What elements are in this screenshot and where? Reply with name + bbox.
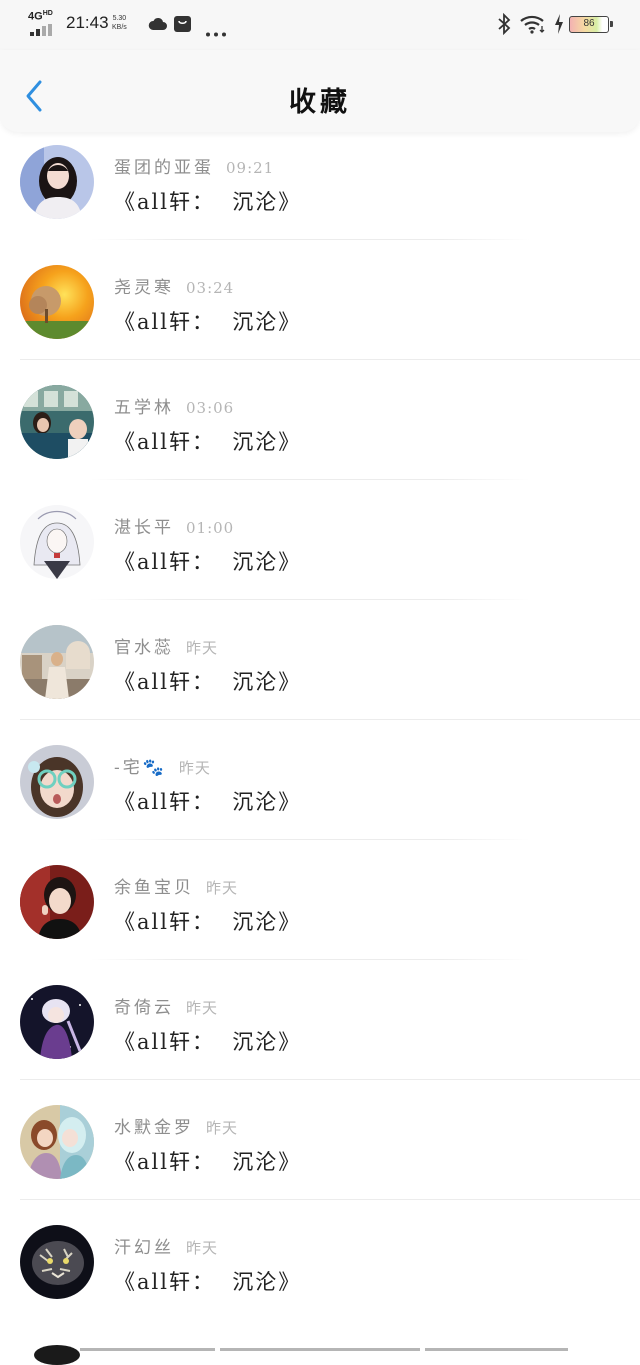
network-speed: 5.30 KB/s — [112, 14, 127, 32]
avatar — [20, 1105, 94, 1179]
battery-level: 86 — [583, 18, 595, 29]
timestamp: 昨天 — [178, 759, 211, 777]
bluetooth-icon — [497, 12, 511, 39]
sender-name: -宅🐾 — [114, 758, 167, 778]
cloud-icon — [148, 16, 168, 36]
message-preview: 《all轩： 沉沦》 — [114, 910, 302, 934]
more-dots-icon — [205, 22, 227, 41]
timestamp: 昨天 — [186, 1239, 219, 1257]
signal-bars-icon — [30, 24, 58, 36]
sender-name: 水默金罗 — [114, 1118, 194, 1138]
avatar — [20, 145, 94, 219]
bag-icon — [173, 14, 192, 37]
avatar — [20, 1225, 94, 1299]
speed-value: 5.30 — [112, 15, 127, 22]
message-preview: 《all轩： 沉沦》 — [114, 310, 302, 334]
list-item[interactable]: 湛长平 01:00 《all轩： 沉沦》 — [0, 480, 640, 600]
list-item[interactable]: 尧灵寒 03:24 《all轩： 沉沦》 — [0, 240, 640, 360]
sender-name: 蛋团的亚蛋 — [114, 158, 214, 178]
timestamp: 09:21 — [226, 159, 275, 177]
network-type: 4G — [28, 10, 43, 23]
status-bar: 4GHD 21:43 5.30 KB/s 86 — [0, 0, 640, 50]
sender-name: 湛长平 — [114, 518, 174, 538]
timestamp: 昨天 — [206, 879, 239, 897]
avatar — [34, 1345, 80, 1365]
list-item[interactable]: -宅🐾 昨天 《all轩： 沉沦》 — [0, 720, 640, 840]
avatar — [20, 265, 94, 339]
sender-name: 余鱼宝贝 — [114, 878, 194, 898]
message-preview: 《all轩： 沉沦》 — [114, 1150, 302, 1174]
message-preview: 《all轩： 沉沦》 — [114, 1270, 302, 1294]
signal-indicator: 4GHD — [28, 10, 60, 36]
network-hd: HD — [42, 10, 53, 17]
avatar — [20, 865, 94, 939]
timestamp: 03:06 — [186, 399, 235, 417]
sender-name: 五学林 — [114, 398, 174, 418]
message-preview: 《all轩： 沉沦》 — [114, 550, 302, 574]
speed-unit: KB/s — [112, 24, 127, 31]
message-preview: 《all轩： 沉沦》 — [114, 1030, 302, 1054]
charging-icon — [554, 14, 564, 38]
sender-name: 汗幻丝 — [114, 1238, 174, 1258]
message-preview: 《all轩： 沉沦》 — [114, 790, 302, 814]
message-preview: 《all轩： 沉沦》 — [114, 190, 302, 214]
timestamp: 昨天 — [186, 639, 219, 657]
title-bar: 收藏 — [0, 50, 640, 132]
timestamp: 昨天 — [186, 999, 219, 1017]
partial-list-item — [0, 1340, 640, 1365]
battery-icon: 86 — [569, 16, 613, 33]
sender-name: 官水蕊 — [114, 638, 174, 658]
list-item[interactable]: 五学林 03:06 《all轩： 沉沦》 — [0, 360, 640, 480]
message-preview: 《all轩： 沉沦》 — [114, 670, 302, 694]
sender-name: 尧灵寒 — [114, 278, 174, 298]
timestamp: 03:24 — [186, 279, 235, 297]
timestamp: 昨天 — [206, 1119, 239, 1137]
status-time: 21:43 — [66, 13, 109, 32]
page-title: 收藏 — [289, 87, 351, 118]
sender-name: 奇倚云 — [114, 998, 174, 1018]
list-item[interactable]: 蛋团的亚蛋 09:21 《all轩： 沉沦》 — [0, 120, 640, 240]
avatar — [20, 505, 94, 579]
message-preview: 《all轩： 沉沦》 — [114, 430, 302, 454]
list-item[interactable]: 水默金罗 昨天 《all轩： 沉沦》 — [0, 1080, 640, 1200]
list-item[interactable]: 汗幻丝 昨天 《all轩： 沉沦》 — [0, 1200, 640, 1320]
list-item[interactable]: 余鱼宝贝 昨天 《all轩： 沉沦》 — [0, 840, 640, 960]
avatar — [20, 625, 94, 699]
timestamp: 01:00 — [186, 519, 235, 537]
avatar — [20, 385, 94, 459]
list-item[interactable]: 奇倚云 昨天 《all轩： 沉沦》 — [0, 960, 640, 1080]
list-item[interactable]: 官水蕊 昨天 《all轩： 沉沦》 — [0, 600, 640, 720]
avatar — [20, 745, 94, 819]
avatar — [20, 985, 94, 1059]
wifi-icon — [519, 14, 547, 38]
